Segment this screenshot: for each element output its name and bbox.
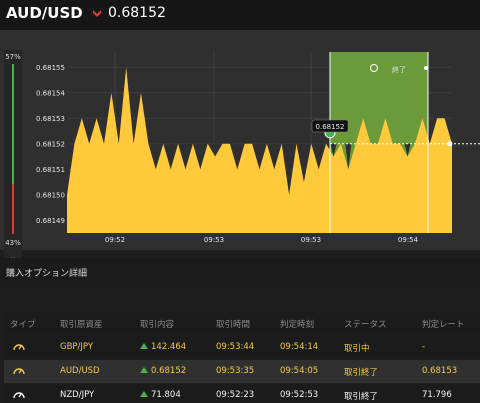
asset-cell: AUD/USD xyxy=(60,366,100,376)
table-header-row: タイプ 取引原資産 取引内容 取引時間 判定時刻 ステータス 判定レート xyxy=(4,312,480,335)
trade-value: 142.464 xyxy=(151,342,187,352)
speedometer-icon xyxy=(13,344,25,351)
header-bar: AUD/USD 0.68152 xyxy=(0,0,480,30)
status-cell: 取引終了 xyxy=(344,392,379,402)
strike-label: 0.68152 xyxy=(316,123,345,131)
gauge-bottom-pct: 43% xyxy=(5,239,21,247)
y-tick-label: 0.68151 xyxy=(36,166,65,174)
gauge-down-bar xyxy=(12,184,14,234)
rate-cell: - xyxy=(422,342,426,352)
trade-value: 0.68152 xyxy=(151,366,187,376)
x-tick-label: 09:53 xyxy=(301,236,321,244)
down-chevron-icon xyxy=(93,10,101,17)
header-rate: 判定レート xyxy=(422,320,465,330)
status-cell: 取引終了 xyxy=(344,368,379,378)
x-tick-label: 09:53 xyxy=(204,236,224,244)
x-tick-label: 09:52 xyxy=(105,236,125,244)
trade-value: 71.804 xyxy=(151,390,181,400)
end-marker-dot xyxy=(424,66,428,70)
table-row[interactable]: AUD/USD 0.68152 09:53:35 09:54:05 取引終了 0… xyxy=(4,360,480,383)
gauge-top-pct: 57% xyxy=(5,53,21,61)
header-judge-time: 判定時刻 xyxy=(280,320,315,330)
speedometer-icon xyxy=(13,392,25,399)
header-asset: 取引原資産 xyxy=(60,320,103,330)
speedometer-icon xyxy=(13,368,25,375)
y-tick-label: 0.68155 xyxy=(36,64,65,72)
sentiment-gauge: 57% 43% × xyxy=(4,50,22,264)
rate-cell: 71.796 xyxy=(422,390,452,400)
asset-cell: NZD/JPY xyxy=(60,390,95,400)
trade-cell: 71.804 xyxy=(140,390,181,400)
judge-time-cell: 09:54:05 xyxy=(280,366,319,376)
price-chart[interactable]: 0.68152 終了 0.68155 0.68154 0.68153 0.68152 0.6… xyxy=(0,30,480,264)
asset-cell: GBP/JPY xyxy=(60,342,94,352)
currency-pair-title: AUD/USD xyxy=(6,4,83,22)
judge-time-cell: 09:52:53 xyxy=(280,390,319,400)
up-arrow-icon xyxy=(140,391,148,397)
current-price: 0.68152 xyxy=(108,5,166,21)
time-cell: 09:53:44 xyxy=(216,342,255,352)
chart-canvas: 0.68152 終了 0.68155 0.68154 0.68153 0.68152 0.6… xyxy=(36,52,480,244)
end-label: 終了 xyxy=(392,65,406,74)
y-tick-label: 0.68152 xyxy=(36,140,65,148)
current-price-dot xyxy=(447,141,453,147)
table-row[interactable]: NZD/JPY 71.804 09:52:23 09:52:53 取引終了 71… xyxy=(4,384,480,403)
trade-cell: 142.464 xyxy=(140,342,186,352)
header-status: ステータス xyxy=(344,320,387,330)
header-type: タイプ xyxy=(10,320,36,330)
time-cell: 09:53:35 xyxy=(216,366,255,376)
rate-cell: 0.68153 xyxy=(422,366,458,376)
judge-time-cell: 09:54:14 xyxy=(280,342,319,352)
status-cell: 取引中 xyxy=(344,344,370,354)
gauge-up-bar xyxy=(12,64,14,184)
header-time: 取引時間 xyxy=(216,320,251,330)
y-tick-label: 0.68154 xyxy=(36,89,65,97)
x-tick-label: 09:54 xyxy=(398,236,419,244)
y-tick-label: 0.68149 xyxy=(36,217,65,225)
table-row[interactable]: GBP/JPY 142.464 09:53:44 09:54:14 取引中 - xyxy=(4,336,480,359)
header-trade: 取引内容 xyxy=(140,320,175,330)
time-cell: 09:52:23 xyxy=(216,390,255,400)
section-title: 購入オプション詳細 xyxy=(6,269,88,279)
y-tick-label: 0.68150 xyxy=(36,191,65,199)
up-arrow-icon xyxy=(140,367,148,373)
trade-cell: 0.68152 xyxy=(140,366,186,376)
up-arrow-icon xyxy=(140,343,148,349)
y-tick-label: 0.68153 xyxy=(36,115,65,123)
